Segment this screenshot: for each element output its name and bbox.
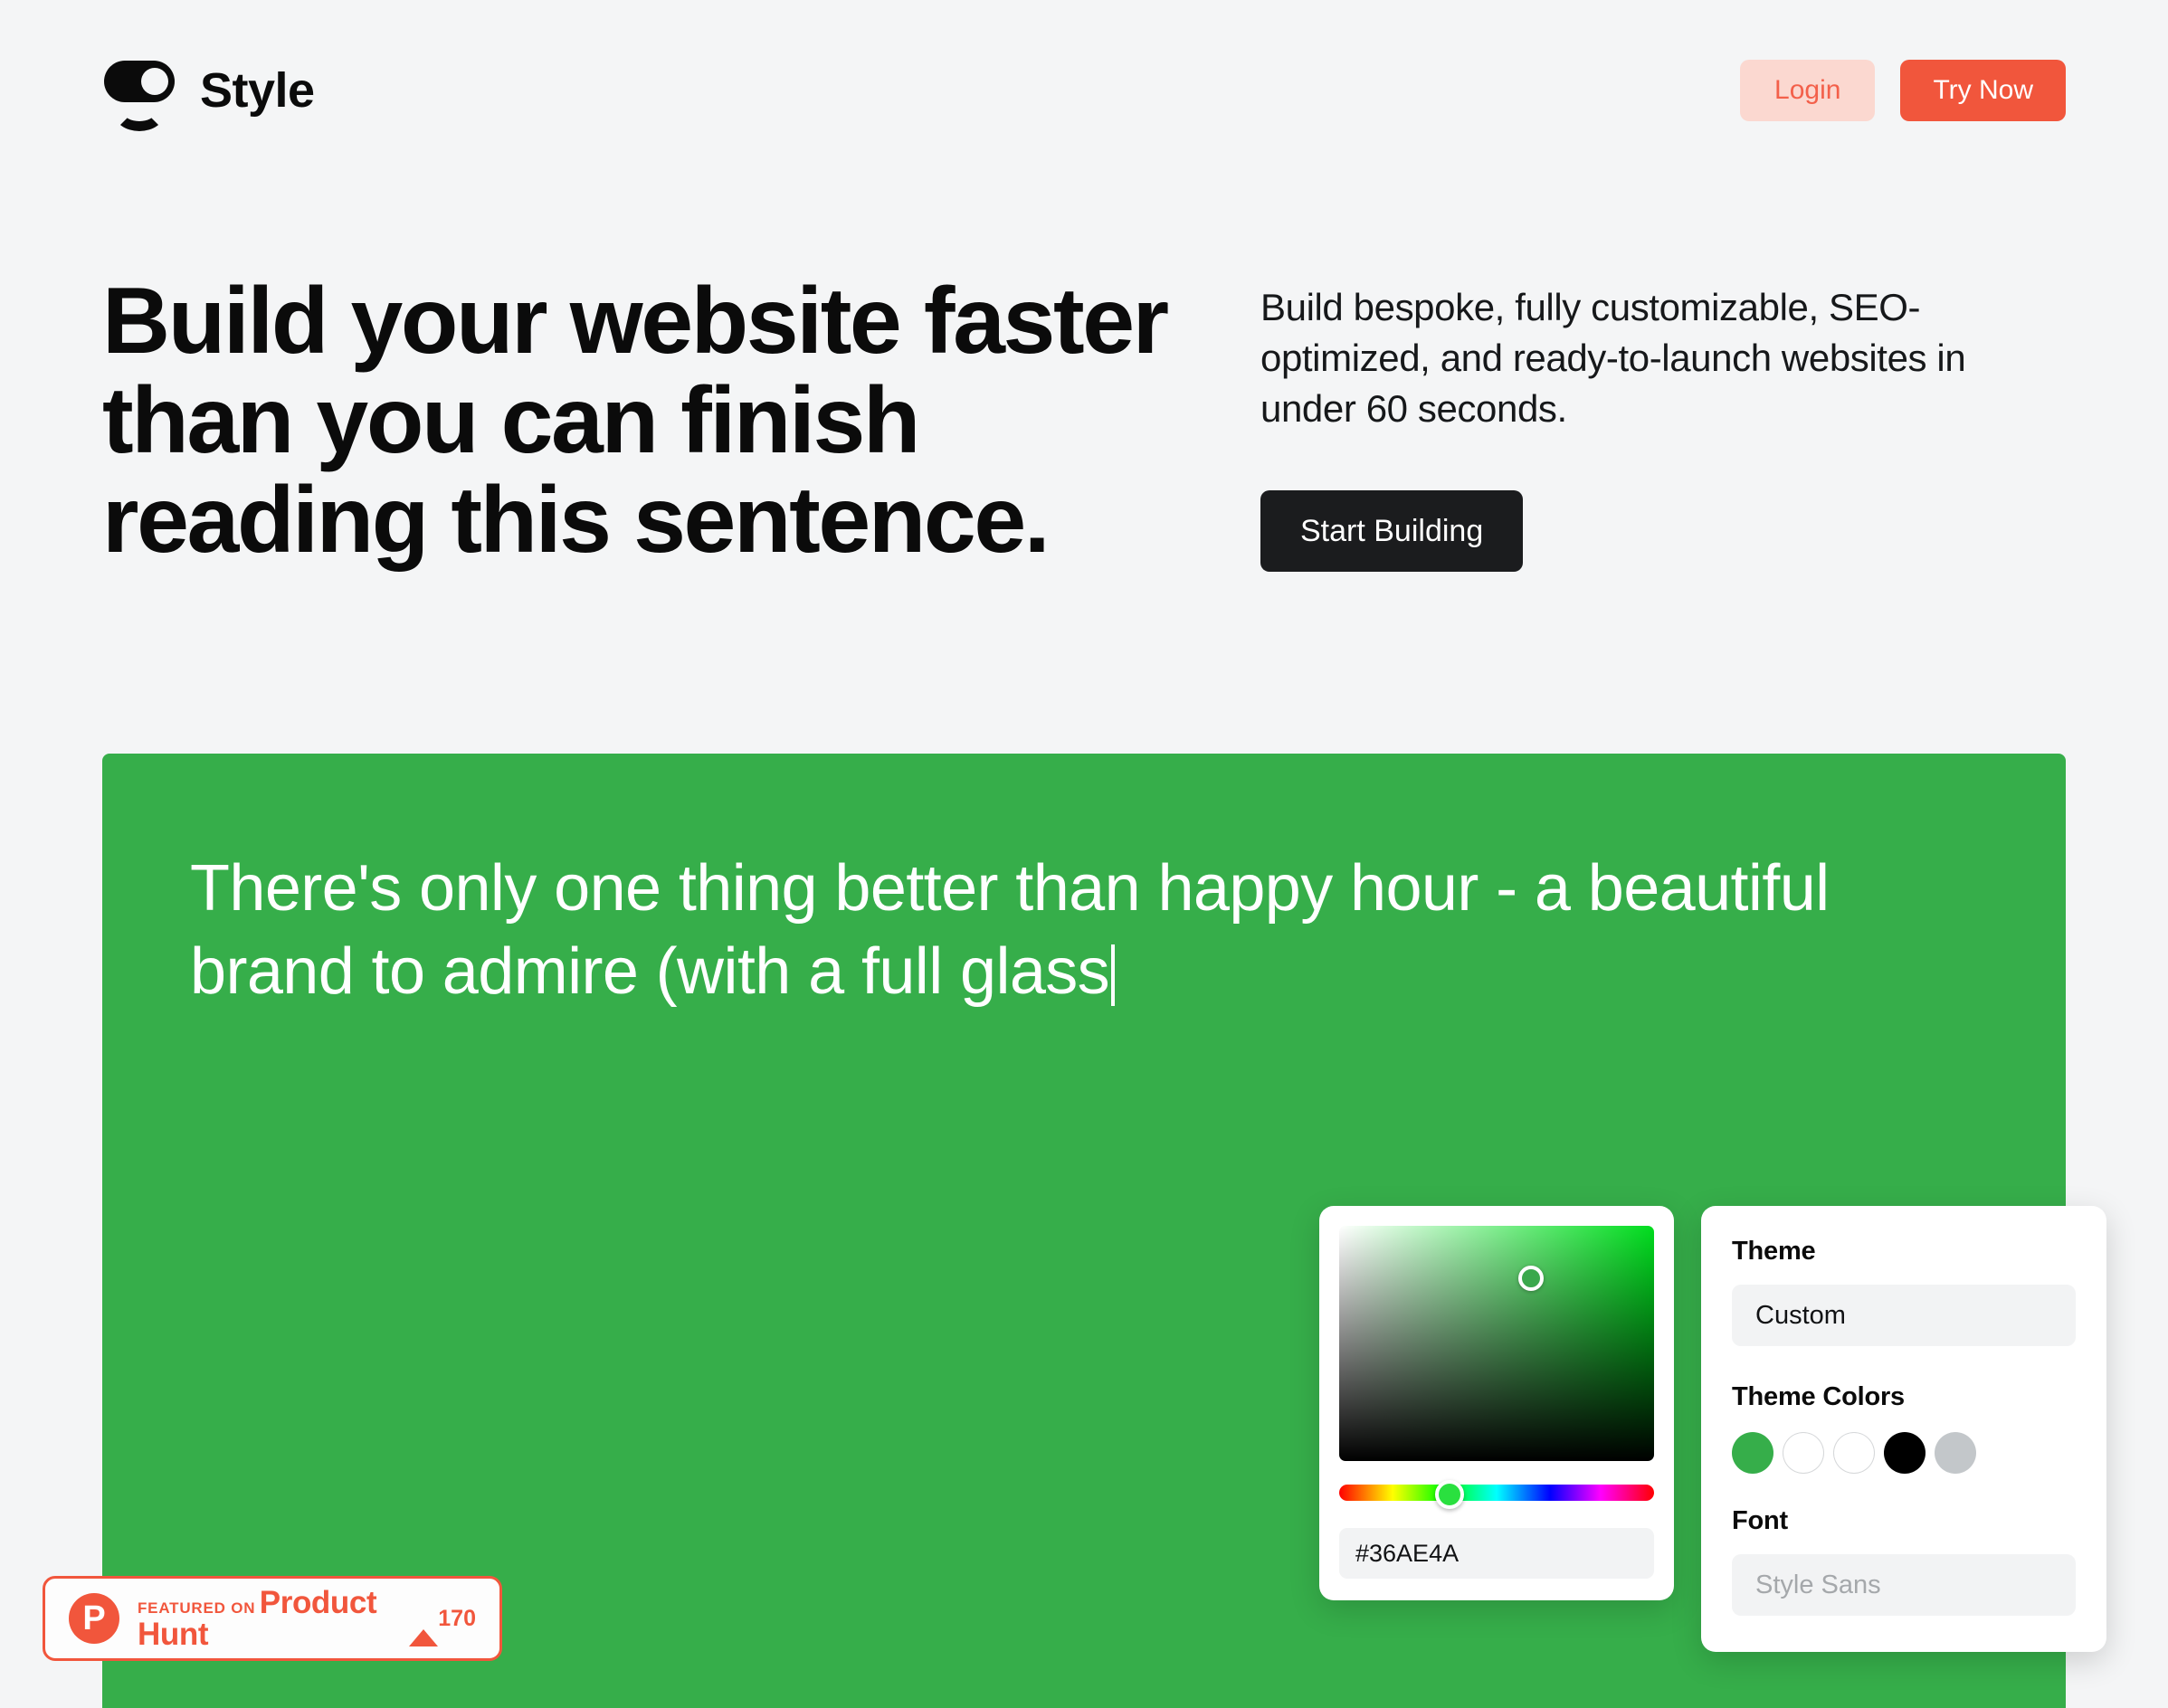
swatch-green[interactable]	[1732, 1432, 1773, 1474]
product-hunt-logo-letter: P	[82, 1599, 106, 1637]
upvote-triangle-icon	[409, 1613, 439, 1646]
theme-select[interactable]: Custom	[1732, 1285, 2076, 1346]
hue-slider-handle[interactable]	[1434, 1480, 1464, 1509]
showcase-heading: There's only one thing better than happy…	[190, 847, 1964, 1013]
hex-color-input[interactable]	[1339, 1528, 1654, 1579]
theme-color-swatches	[1732, 1432, 2076, 1474]
theme-panel: Theme Custom Theme Colors Font	[1701, 1206, 2106, 1652]
font-input[interactable]	[1732, 1554, 2076, 1616]
swatch-black[interactable]	[1884, 1432, 1926, 1474]
saturation-value-field[interactable]	[1339, 1226, 1654, 1461]
header-actions: Login Try Now	[1740, 60, 2066, 121]
featured-on-label: FEATURED ON	[138, 1599, 256, 1617]
upvote-group[interactable]: 170	[409, 1605, 476, 1646]
text-cursor-icon	[1111, 944, 1116, 1007]
hue-slider[interactable]	[1339, 1480, 1654, 1509]
product-hunt-logo-icon: P	[69, 1593, 119, 1644]
login-button[interactable]: Login	[1740, 60, 1876, 121]
style-toggle-logo-icon	[102, 55, 176, 131]
start-building-button[interactable]: Start Building	[1260, 489, 1524, 572]
product-hunt-text: FEATURED ON Product Hunt	[138, 1587, 396, 1650]
theme-section-label: Theme	[1732, 1237, 1816, 1266]
hero-right-column: Build bespoke, fully customizable, SEO-o…	[1260, 271, 2011, 572]
brand-logo[interactable]: Style	[102, 50, 315, 131]
page-title: Build your website faster than you can f…	[102, 269, 1169, 574]
upvote-count: 170	[438, 1605, 476, 1631]
swatch-gray[interactable]	[1935, 1432, 1976, 1474]
saturation-value-handle[interactable]	[1518, 1266, 1544, 1291]
swatch-white-2[interactable]	[1833, 1432, 1875, 1474]
showcase-heading-text: There's only one thing better than happy…	[190, 852, 1830, 1009]
font-section-label: Font	[1732, 1506, 1789, 1535]
hue-gradient-track	[1339, 1485, 1654, 1501]
theme-colors-label: Theme Colors	[1732, 1382, 1905, 1411]
hero-section: Build your website faster than you can f…	[102, 271, 2066, 572]
try-now-button[interactable]: Try Now	[1900, 60, 2066, 121]
hero-left-column: Build your website faster than you can f…	[102, 271, 1260, 571]
site-header: Style Login Try Now	[0, 0, 2168, 181]
swatch-white-1[interactable]	[1783, 1432, 1824, 1474]
theme-select-value: Custom	[1755, 1300, 1846, 1330]
color-picker-panel	[1319, 1206, 1674, 1600]
product-hunt-badge[interactable]: P FEATURED ON Product Hunt 170	[43, 1576, 502, 1661]
product-hunt-name: Product Hunt	[138, 1585, 377, 1652]
hero-subtitle: Build bespoke, fully customizable, SEO-o…	[1260, 286, 1966, 430]
brand-name: Style	[200, 63, 315, 118]
